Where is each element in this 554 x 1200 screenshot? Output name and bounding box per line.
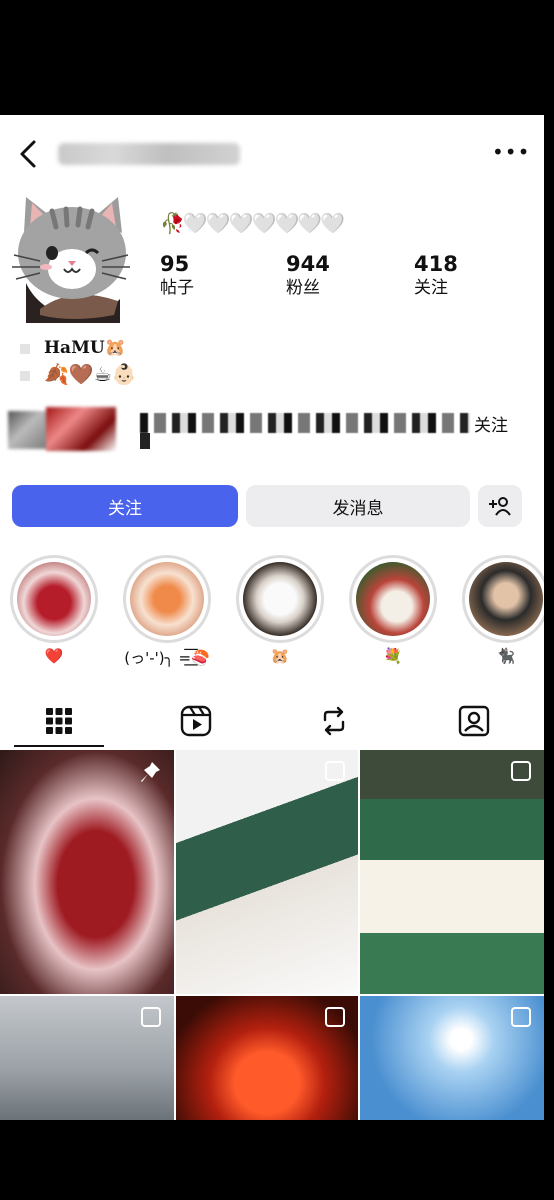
post-tile[interactable] [176,750,358,994]
follow-button[interactable]: 关注 [12,485,238,527]
post-tile[interactable] [0,996,174,1120]
following-stat[interactable]: 418 关注 [414,251,494,299]
grid-icon [46,708,72,734]
add-person-icon [489,497,511,516]
top-bar: parak07ouco ••• [0,115,544,190]
posts-stat[interactable]: 95 帖子 [160,251,240,299]
content-tabs [0,697,544,747]
highlight-cover [243,562,317,636]
pinned-icon [141,762,160,782]
highlight-cover [130,562,204,636]
followers-label: 粉丝 [286,278,320,298]
tab-grid[interactable] [7,697,111,745]
highlight-3[interactable] [236,555,324,643]
reels-icon [180,705,212,737]
multi-photo-icon [325,1007,345,1027]
highlight-4[interactable] [349,555,437,643]
more-options-icon[interactable]: ••• [492,142,529,162]
multi-photo-icon [141,1007,161,1027]
bio-name: HaMU🐹 [20,338,126,358]
post-tile[interactable] [360,996,544,1120]
username: parak07ouco [58,143,240,165]
multi-photo-icon [325,761,345,781]
repost-icon [323,706,345,736]
mutual-names-redacted [140,433,150,449]
highlight-1[interactable] [10,555,98,643]
profile-screen: parak07ouco ••• 🥀🤍🤍🤍🤍🤍🤍🤍 95 帖子 944 粉丝 41… [0,115,544,1120]
following-label: 关注 [414,278,448,298]
highlight-cover [356,562,430,636]
mutual-avatar [46,407,116,451]
followers-count: 944 [286,252,330,276]
post-tile[interactable] [0,750,174,994]
bio-bullet [20,343,30,354]
active-tab-indicator [14,745,104,747]
tab-reposts[interactable] [282,697,386,745]
multi-photo-icon [511,1007,531,1027]
tab-reels[interactable] [144,697,248,745]
avatar[interactable] [10,189,130,323]
posts-label: 帖子 [160,278,194,298]
followers-stat[interactable]: 944 粉丝 [286,251,366,299]
tab-tagged[interactable] [422,697,526,745]
bio-bullet [20,370,30,381]
highlight-5[interactable] [462,555,544,643]
post-tile[interactable] [360,750,544,994]
message-button[interactable]: 发消息 [246,485,470,527]
following-count: 418 [414,252,458,276]
profile-hearts: 🥀🤍🤍🤍🤍🤍🤍🤍 [160,211,345,235]
suggest-user-button[interactable] [478,485,522,527]
highlight-label: (っ'-')╮ =͟͟͞͞🍣 [124,649,210,667]
mutual-names-redacted [140,413,470,433]
highlight-label: 💐 [383,647,403,665]
back-arrow-icon[interactable] [14,137,44,171]
tagged-person-icon [458,705,490,737]
posts-grid [0,750,544,1120]
highlight-label: 🐹 [270,647,290,665]
post-tile[interactable] [176,996,358,1120]
highlight-label: ❤️ [44,647,64,665]
highlight-cover [17,562,91,636]
mutual-follow-text: 关注 [474,416,508,436]
mutual-followers[interactable]: 关注 [8,405,528,455]
bio-name-text: HaMU🐹 [44,338,126,358]
bio-emoji-text: 🍂🤎☕👶🏻 [44,362,137,386]
highlight-2[interactable] [123,555,211,643]
posts-count: 95 [160,252,190,276]
highlight-cover [469,562,543,636]
bio-emoji-line: 🍂🤎☕👶🏻 [20,362,137,386]
multi-photo-icon [511,761,531,781]
highlight-label: 🐈‍⬛ [496,647,516,665]
